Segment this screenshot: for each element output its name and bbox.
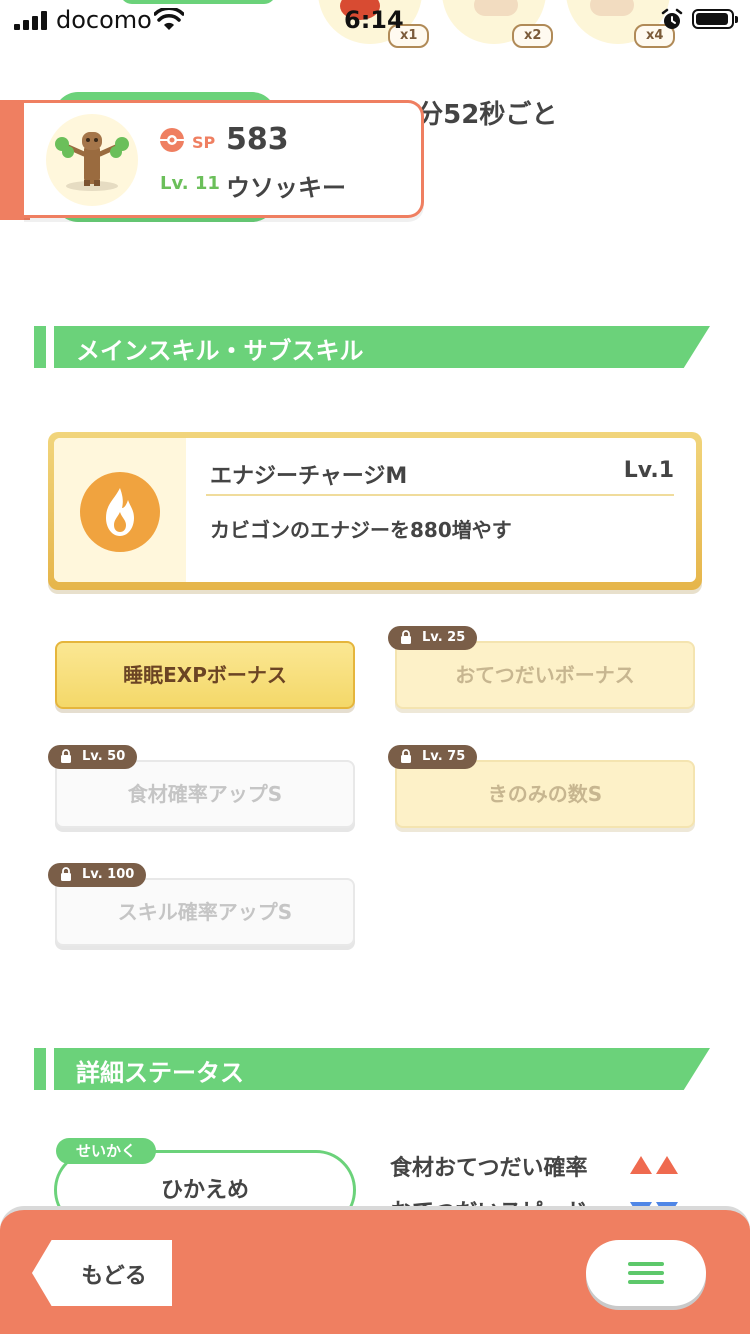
flame-icon [80,472,160,552]
lock-level-badge: Lv. 50 [48,745,138,769]
lock-icon [61,749,71,763]
sub-skill-name: 食材確率アップS [127,782,283,806]
lock-icon [401,749,411,763]
sub-skill-name: スキル確率アップS [117,900,293,924]
pokemon-card[interactable] [0,100,426,220]
section-title: 詳細ステータス [76,1059,244,1087]
sub-skill-1[interactable]: 睡眠EXPボーナス [55,641,355,709]
clock-time: 6:14 [344,6,404,34]
sub-skill-2[interactable]: おてつだいボーナス [395,641,695,709]
back-button-label: もどる [81,1264,147,1289]
alarm-clock-icon [661,8,683,29]
back-button[interactable]: もどる [32,1240,172,1306]
main-skill-icon-area [54,438,186,582]
main-skill-description: カビゴンのエナジーを880増やす [210,518,512,542]
nature-value: ひかえめ [160,1178,249,1203]
signal-strength-icon [14,10,48,30]
sub-skill-3[interactable]: 食材確率アップS [55,760,355,828]
main-skill-name: エナジーチャージM [210,464,408,489]
battery-icon [692,9,738,29]
sudowoodo-icon [55,132,129,191]
section-title: メインスキル・サブスキル [76,337,364,365]
section-header-status: 詳細ステータス [34,1048,710,1090]
section-marker [34,1048,46,1090]
sub-skill-5[interactable]: スキル確率アップS [55,878,355,946]
sub-skill-4[interactable]: きのみの数S [395,760,695,828]
divider [206,494,674,496]
stat-up-label: 食材おてつだい確率 [390,1156,588,1181]
sp-label: SP [192,133,216,152]
stat-up-triangle-icon [630,1156,652,1174]
section-header-skills: メインスキル・サブスキル [34,326,710,368]
nature-tag: せいかく [56,1138,157,1164]
lock-level-badge: Lv. 100 [48,863,147,887]
menu-button[interactable] [586,1240,706,1306]
sp-value: 583 [226,122,289,157]
lock-icon [61,867,71,881]
pokemon-name: ウソッキー [226,174,346,202]
lock-level-badge: Lv. 75 [388,745,478,769]
sub-skill-name: きのみの数S [487,782,603,806]
sub-skill-name: 睡眠EXPボーナス [123,663,287,687]
poke-ball-icon [160,128,184,152]
stat-up-triangle-icon [656,1156,678,1174]
lock-icon [401,630,411,644]
pokemon-level: Lv. 11 [160,173,220,194]
main-skill-inner: エナジーチャージM Lv.1 カビゴンのエナジーを880増やす [54,438,696,582]
wifi-icon [154,8,184,30]
carrier-name: docomo [56,6,152,34]
main-skill-level: Lv.1 [623,458,674,483]
section-marker [34,326,46,368]
lock-level-badge: Lv. 25 [388,626,478,650]
sub-skill-name: おてつだいボーナス [455,663,635,687]
pokemon-avatar [46,114,138,206]
main-skill-card[interactable]: エナジーチャージM Lv.1 カビゴンのエナジーを880増やす [48,432,702,590]
status-bar: docomo 6:14 [0,0,750,44]
